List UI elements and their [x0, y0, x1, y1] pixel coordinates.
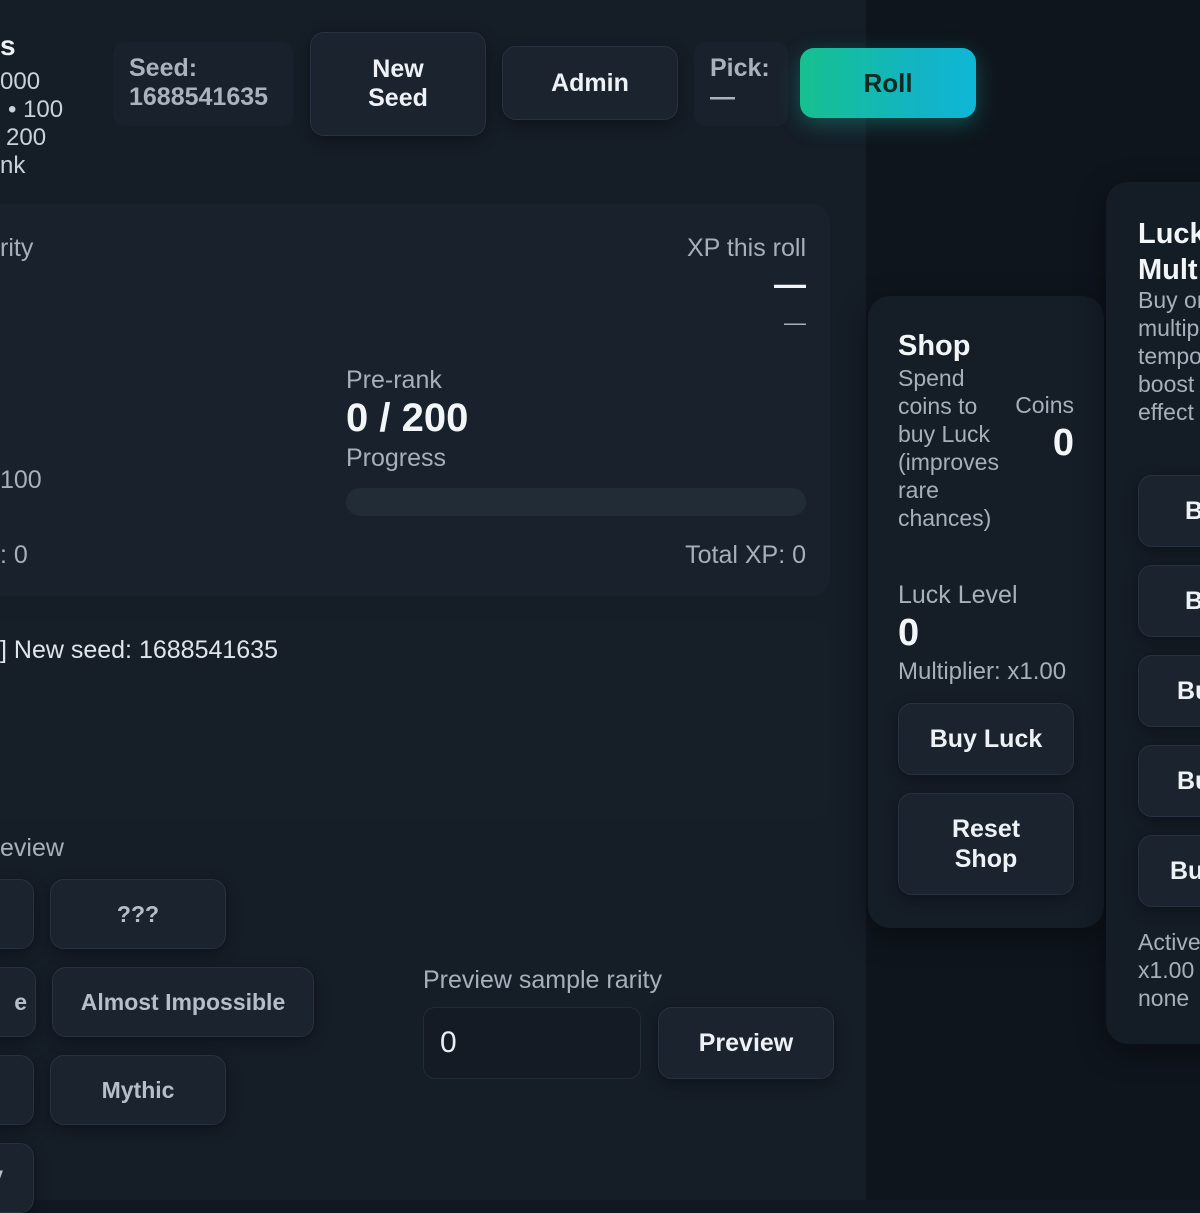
seed-display: Seed: 1688541635 [113, 42, 293, 126]
pick-display: Pick: — [694, 42, 788, 126]
rarity-button-clipped-1[interactable] [0, 879, 34, 949]
xp-this-roll-sub: — [784, 310, 806, 335]
luck-mult-button-4[interactable]: Bu [1138, 745, 1200, 817]
rarity-label: rity [0, 234, 34, 262]
pick-value: — [710, 83, 735, 111]
clipped-line-2: • 100 [8, 96, 64, 123]
log-entry: ] New seed: 1688541635 [0, 636, 278, 664]
clipped-line-3: 200 [6, 124, 47, 151]
clipped-line-4: nk [0, 152, 26, 179]
total-xp: Total XP: 0 [685, 541, 806, 569]
rarity-button-mythic[interactable]: Mythic [50, 1055, 226, 1125]
prerank-value: 0 / 200 [346, 396, 469, 440]
prerank-label: Pre-rank [346, 366, 442, 394]
luck-mult-button-2[interactable]: B [1138, 565, 1200, 637]
roll-button[interactable]: Roll [800, 48, 976, 118]
rarity-odds-value: 100 [0, 466, 42, 494]
luck-level-label: Luck Level [898, 581, 1018, 609]
progress-bar [346, 488, 806, 516]
clipped-line-1: 000 [0, 68, 41, 95]
rarity-button-unknown[interactable]: ??? [50, 879, 226, 949]
rarity-button-almost-impossible[interactable]: Almost Impossible [52, 967, 314, 1037]
luck-mult-desc: Buy or multip tempo boost effect [1138, 287, 1200, 425]
xp-this-roll-label: XP this roll [686, 234, 806, 262]
preview-title: eview [0, 834, 64, 862]
clipped-count: : 0 [0, 541, 28, 569]
admin-button[interactable]: Admin [502, 46, 678, 120]
xp-this-roll-value: — [774, 266, 806, 302]
coins-label: Coins [1015, 392, 1074, 418]
new-seed-button[interactable]: New Seed [310, 32, 486, 136]
rarity-button-clipped-2[interactable]: e [0, 967, 36, 1037]
reset-shop-button[interactable]: Reset Shop [898, 793, 1074, 895]
luck-level-value: 0 [898, 612, 920, 654]
luck-mult-button-3[interactable]: Bu [1138, 655, 1200, 727]
luck-multiplier: Multiplier: x1.00 [898, 658, 1067, 685]
luck-mult-title-1: Luck [1138, 218, 1200, 250]
rarity-button-clipped-3[interactable] [0, 1055, 34, 1125]
luck-mult-active: Active x1.00 none [1138, 929, 1200, 1011]
preview-sample-input[interactable]: 0 [423, 1007, 641, 1079]
shop-description: Spend coins to buy Luck (improves rare c… [898, 365, 999, 531]
seed-value: 1688541635 [129, 83, 269, 111]
shop-title: Shop [898, 330, 971, 362]
buy-luck-button[interactable]: Buy Luck [898, 703, 1074, 775]
luck-mult-button-1[interactable]: B [1138, 475, 1200, 547]
luck-mult-button-5[interactable]: Bu [1138, 835, 1200, 907]
clipped-title: s [0, 30, 16, 61]
coins-value: 0 [1052, 422, 1074, 464]
seed-label: Seed: [129, 54, 198, 82]
pick-label: Pick: [710, 54, 770, 82]
preview-button[interactable]: Preview [658, 1007, 834, 1079]
progress-label: Progress [346, 444, 447, 472]
luck-mult-title-2: Mult [1138, 254, 1198, 286]
rarity-button-clipped-4[interactable]: y [0, 1143, 34, 1213]
preview-sample-label: Preview sample rarity [423, 966, 662, 994]
